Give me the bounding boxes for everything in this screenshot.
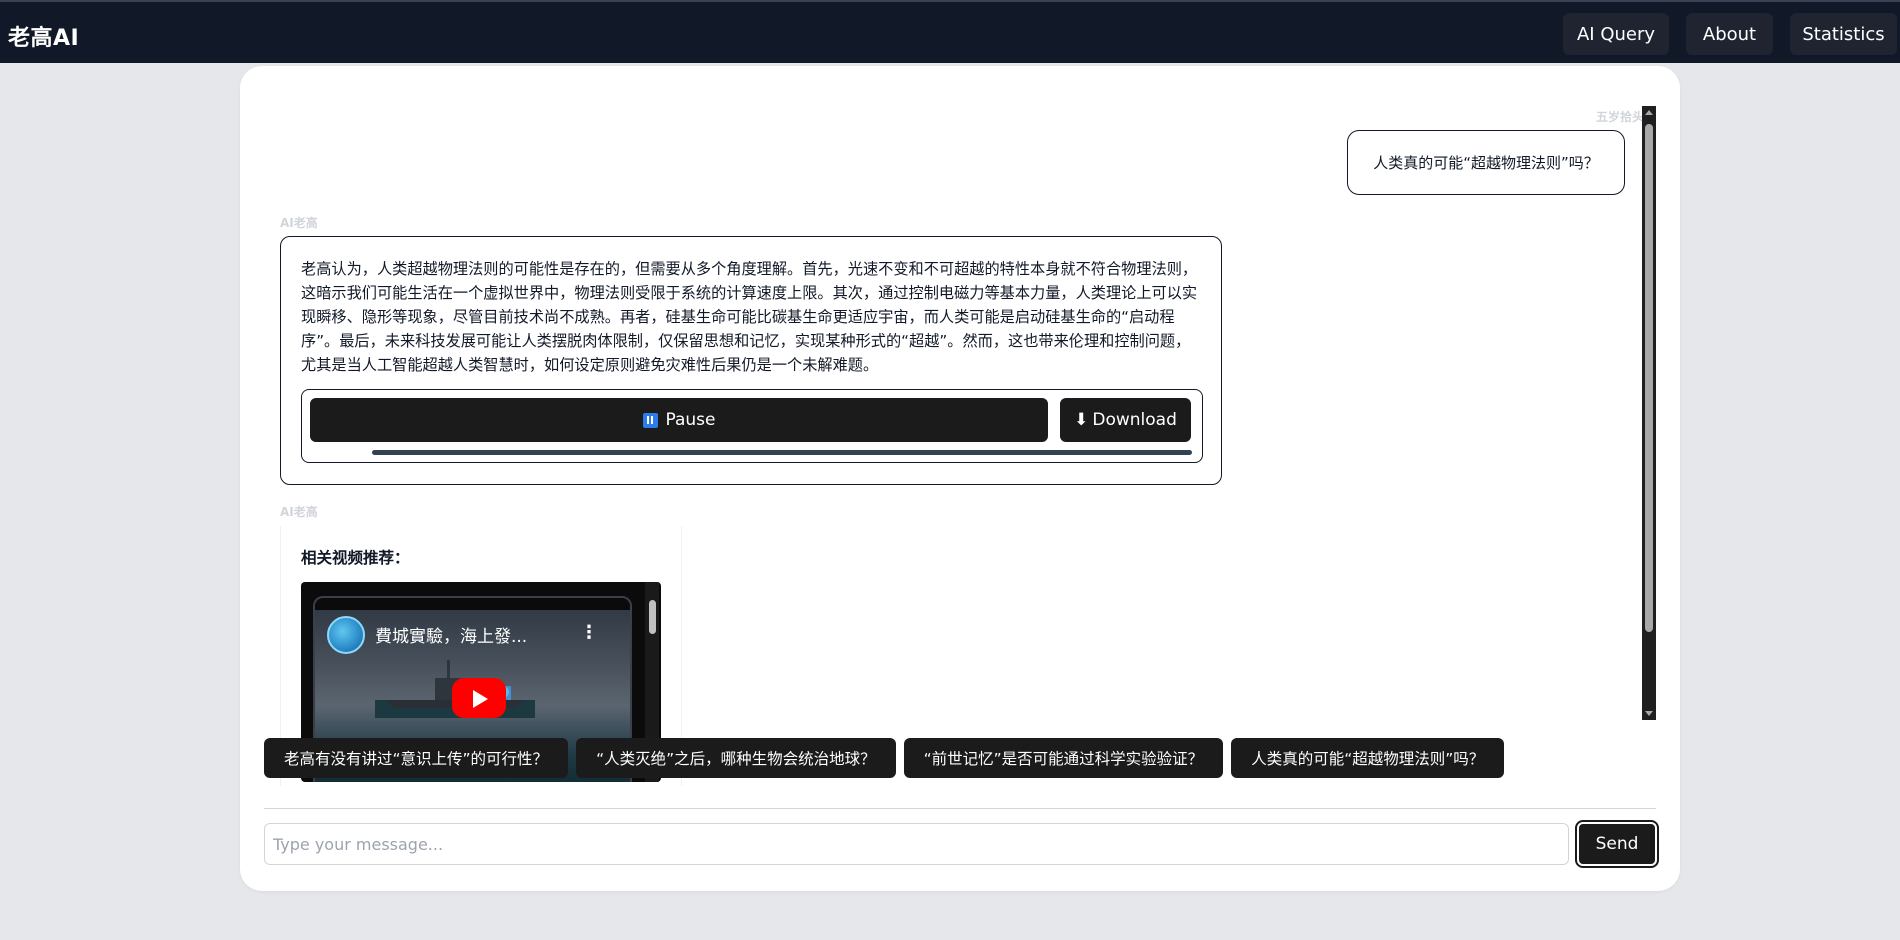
scroll-up-arrow-icon[interactable]	[1645, 110, 1653, 115]
suggestion-button[interactable]: “人类灭绝”之后，哪种生物会统治地球？	[576, 738, 896, 778]
ai-message-text: 老高认为，人类超越物理法则的可能性是存在的，但需要从多个角度理解。首先，光速不变…	[301, 260, 1198, 374]
audio-progress-bar[interactable]	[372, 450, 1192, 455]
suggested-questions: 老高有没有讲过“意识上传”的可行性？ “人类灭绝”之后，哪种生物会统治地球？ “…	[264, 738, 1505, 778]
audio-player: Pause ⬇ Download	[301, 389, 1203, 463]
video-recommendation-heading: 相关视频推荐：	[301, 549, 410, 567]
suggestion-button[interactable]: 人类真的可能“超越物理法则”吗？	[1231, 738, 1505, 778]
pause-button[interactable]: Pause	[310, 398, 1048, 442]
nav-about-button[interactable]: About	[1686, 13, 1773, 55]
chat-card: 五岁拾头团 人类真的可能“超越物理法则”吗？ AI老高 老高认为，人类超越物理法…	[240, 66, 1680, 891]
scroll-down-arrow-icon[interactable]	[1645, 711, 1653, 716]
download-button-label: Download	[1092, 410, 1177, 430]
message-input[interactable]	[264, 823, 1569, 865]
nav-ai-query-button[interactable]: AI Query	[1563, 13, 1669, 55]
youtube-play-icon[interactable]	[452, 678, 506, 718]
suggestion-button[interactable]: 老高有没有讲过“意识上传”的可行性？	[264, 738, 569, 778]
top-navbar: 老高AI AI Query About Statistics	[0, 0, 1900, 63]
pause-icon	[642, 412, 658, 428]
brand-logo[interactable]: 老高AI	[8, 20, 79, 52]
send-button[interactable]: Send	[1575, 820, 1659, 868]
suggestion-button[interactable]: “前世记忆”是否可能通过科学实验验证？	[903, 738, 1224, 778]
ai-sender-name: AI老高	[280, 505, 318, 519]
channel-avatar[interactable]	[327, 616, 365, 654]
chat-scrollbar[interactable]	[1642, 106, 1656, 720]
video-thumbnail-topbar	[315, 598, 630, 610]
user-message-bubble: 人类真的可能“超越物理法则”吗？	[1347, 130, 1625, 195]
nav-statistics-button[interactable]: Statistics	[1790, 13, 1897, 55]
video-title-text[interactable]: 費城實驗，海上發...	[375, 622, 527, 647]
download-button[interactable]: ⬇ Download	[1060, 398, 1191, 442]
video-scrollbar-thumb[interactable]	[649, 600, 656, 634]
ai-message-bubble: 老高认为，人类超越物理法则的可能性是存在的，但需要从多个角度理解。首先，光速不变…	[280, 236, 1222, 485]
pause-button-label: Pause	[665, 410, 716, 430]
video-more-menu-icon[interactable]: ⋮	[580, 622, 598, 643]
ai-sender-name: AI老高	[280, 216, 318, 230]
user-sender-name: 五岁拾头团	[1595, 110, 1656, 124]
download-arrow-icon: ⬇	[1074, 410, 1089, 430]
composer-divider	[264, 808, 1656, 809]
chat-scrollbar-thumb[interactable]	[1645, 124, 1653, 632]
audio-progress-fill	[372, 450, 1192, 455]
